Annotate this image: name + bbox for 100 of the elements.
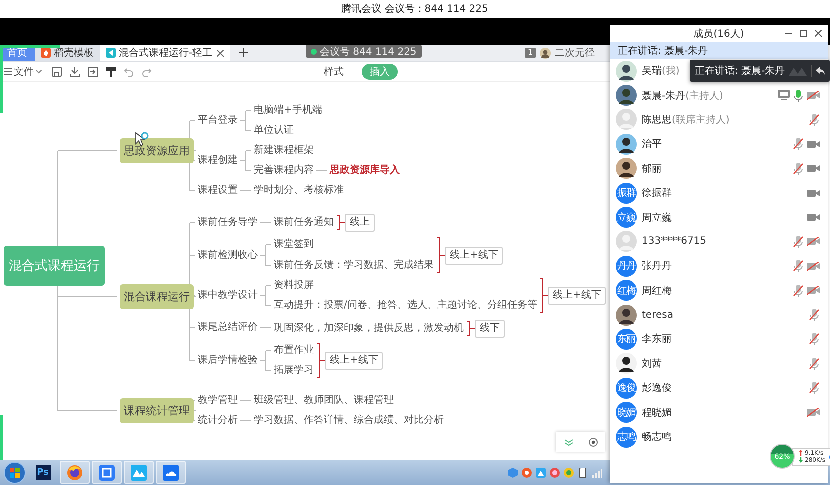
member-name: 周红梅 [642,284,672,298]
share-border [0,415,3,460]
undo-icon[interactable] [124,66,134,76]
connector-line [240,110,252,132]
avatar-icon [616,304,637,326]
member-name: 吴瑞 [642,64,662,78]
main-topic[interactable]: 课程统计管理 [120,398,194,424]
member-name: 聂晨-朱丹 [642,90,686,103]
member-name: 刘茜 [642,358,662,371]
avatar-icon [616,134,637,155]
new-tab-button[interactable]: + [230,45,258,61]
subtopic[interactable]: 布置作业 [274,345,314,357]
ribbon-tab[interactable]: 样式 [316,64,352,80]
initials-avatar: 晓媚 [616,402,637,424]
subtopic[interactable]: 拓展学习 [274,365,314,377]
member-name: 徐振群 [642,187,672,200]
chevrons-down-icon[interactable] [564,438,574,446]
subtopic[interactable]: 学习数据、作答详情、综合成绩、对比分析 [254,415,444,427]
redo-icon[interactable] [142,66,152,76]
member-name: 张丹丹 [642,260,672,274]
subtopic[interactable]: 巩固深化，加深印象，提供反思，激发动机 [274,323,464,335]
summary-topic[interactable]: 线下 [475,320,505,338]
subtopic[interactable]: 班级管理、教师团队、课程管理 [254,395,394,407]
download-icon[interactable] [70,66,80,76]
close-icon[interactable] [217,50,224,56]
member-name: 李东丽 [642,332,672,346]
subtopic[interactable]: 课前任务导学 [198,217,258,229]
subtopic[interactable]: 资料投屏 [274,280,314,292]
subtopic[interactable]: 课程创建 [198,155,238,167]
main-topic[interactable]: 思政资源应用 [120,138,194,164]
connector-line [240,400,252,402]
subtopic[interactable]: 课前检测收心 [198,250,258,262]
upload-arrow-icon [799,450,803,456]
maximize-icon[interactable] [800,30,807,37]
avatar-icon [616,85,637,106]
subtopic[interactable]: 课前任务反馈：学习数据、完成结果 [274,260,434,272]
subtopic[interactable]: 课中教学设计 [198,290,258,302]
toast-text: 正在讲话: 聂晨-朱丹 [695,64,786,78]
summary-topic[interactable]: 线上+线下 [548,287,606,305]
avatar-icon [616,60,637,82]
tab[interactable]: 混合式课程运行-轻工 [100,45,230,61]
member-name: 畅志鸣 [642,430,672,444]
member-name: teresa [642,310,674,321]
cloud-icon[interactable] [163,464,179,480]
menu-icon [4,68,12,75]
account-name[interactable]: 二次元径 [555,46,596,60]
globe-icon[interactable] [67,464,83,480]
meeting-title: 腾讯会议 会议号：844 114 225 [342,2,488,16]
panel-title: 成员(16人) [694,28,744,40]
document-icon [106,48,116,58]
subtopic[interactable]: 电脑端+手机端 [254,105,322,117]
connector-line [240,190,252,192]
start-icon[interactable] [4,462,26,484]
subtopic[interactable]: 新建课程框架 [254,145,314,157]
subtopic[interactable]: 课尾总结评价 [198,322,258,334]
subtopic[interactable]: 完善课程内容 [254,165,314,177]
document-icon[interactable] [99,464,115,480]
subtopic[interactable]: 互动提升：投票/问卷、抢答、选人、主题讨论、分组任务等 [274,300,538,312]
connector-line [260,350,272,372]
status-dot-icon [311,48,317,54]
initials-avatar: 立巍 [616,207,637,228]
reply-icon[interactable] [816,67,826,75]
summary-topic[interactable]: 线上 [345,214,375,232]
record-icon[interactable] [588,438,598,446]
app-icon[interactable]: Ps [36,465,50,480]
subtopic[interactable]: 统计分析 [198,415,238,427]
format-painter-icon[interactable] [106,66,116,76]
avatar-icon [616,109,637,130]
member-role: (联席主持人) [672,114,730,127]
subtopic[interactable]: 教学管理 [198,395,238,407]
subtopic[interactable]: 学时划分、考核标准 [254,185,344,197]
close-icon[interactable] [815,30,822,37]
summary-topic[interactable]: 线上+线下 [445,246,504,264]
peaks-icon [789,66,808,76]
subtopic[interactable]: 课堂签到 [274,239,314,251]
member-name: 治平 [642,138,662,152]
save-icon[interactable] [52,66,62,76]
subtopic[interactable]: 单位认证 [254,125,294,137]
member-name: 郁丽 [642,162,662,176]
main-topic[interactable]: 混合课程运行 [120,284,194,310]
subtopic[interactable]: 课前任务通知 [274,217,334,229]
initials-avatar: 逸俊 [616,378,637,399]
count-badge: 1 [525,48,536,58]
initials-avatar: 志鸣 [616,426,637,448]
flame-icon [41,48,51,58]
summary-topic[interactable]: 线上+线下 [325,352,384,370]
connector-line [240,150,252,172]
file-menu[interactable]: 文件 [4,64,42,78]
download-arrow-icon [799,457,803,463]
mountains-icon[interactable] [131,464,147,480]
caret-icon [36,70,42,74]
initials-avatar: 丹丹 [616,256,637,277]
subtopic[interactable]: 平台登录 [198,115,238,127]
export-icon[interactable] [88,66,98,76]
tab[interactable]: 稻壳模板 [35,45,100,61]
member-name: 133****6715 [642,236,707,248]
subtopic[interactable]: 课后学情检验 [198,355,258,367]
subtopic[interactable]: 思政资源库导入 [330,165,400,177]
subtopic[interactable]: 课程设置 [198,185,238,197]
initials-avatar: 振群 [616,182,637,204]
